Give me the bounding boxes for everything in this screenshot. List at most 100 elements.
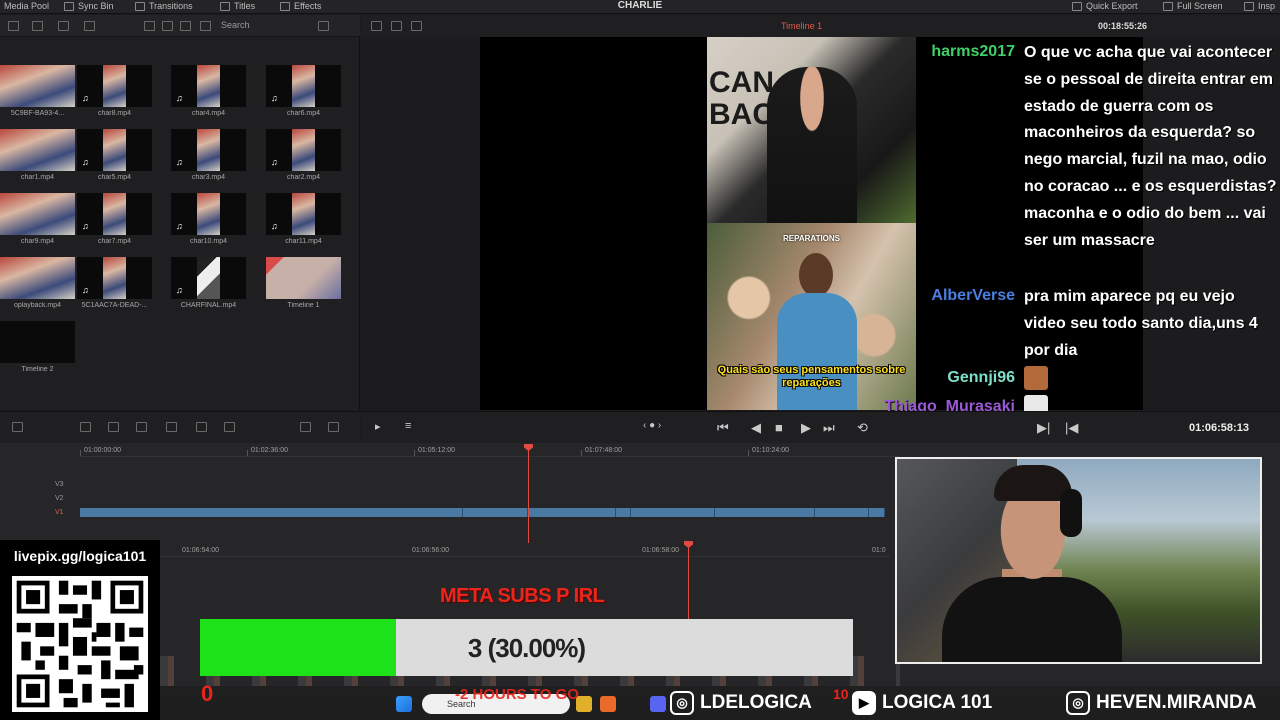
prev-frame-icon[interactable]: |◀ [1065, 420, 1078, 436]
timeline-clip[interactable] [616, 508, 631, 517]
sync-bin-tab[interactable]: Sync Bin [64, 1, 114, 11]
settings-icon[interactable]: ≡ [405, 420, 411, 432]
titles-tab[interactable]: Titles [220, 1, 255, 11]
loop-icon[interactable]: ⟲ [857, 420, 868, 436]
inspector-tab[interactable]: Insp [1244, 1, 1275, 11]
clip-thumbnail: ♫ [171, 257, 246, 299]
media-clip[interactable]: ♫ char11.mp4 [266, 193, 341, 251]
social-handle: ◎ HEVEN.MIRANDA [1066, 691, 1256, 715]
go-to-end-icon[interactable]: ⏭ [823, 420, 835, 436]
subs-goal-text: 3 (30.00%) [467, 633, 586, 663]
speaker-shirt [777, 293, 857, 410]
thumbnail-image [197, 65, 220, 107]
tool-icon[interactable] [224, 422, 235, 432]
emote-icon [1024, 366, 1048, 390]
media-clip[interactable]: Timeline 2 [0, 321, 75, 379]
media-clip[interactable]: char1.mp4 [0, 129, 75, 187]
media-clip[interactable]: ♫ CHARFINAL.mp4 [171, 257, 246, 315]
clip-thumbnail: ♫ [77, 193, 152, 235]
media-search-input[interactable]: Search [221, 20, 250, 30]
media-clip[interactable]: ♫ char7.mp4 [77, 193, 152, 251]
sync-icon[interactable] [58, 21, 69, 31]
timeline-clip[interactable] [528, 508, 616, 517]
audio-note-icon: ♫ [82, 285, 89, 295]
go-to-start-icon[interactable]: ⏮ [717, 420, 729, 436]
tool-icon[interactable] [136, 422, 147, 432]
media-clip[interactable]: Timeline 1 [266, 257, 341, 315]
tool-icon[interactable] [166, 422, 177, 432]
sort-icon[interactable] [200, 21, 211, 31]
audio-note-icon: ♫ [82, 221, 89, 231]
viewer-layout-icon[interactable] [371, 21, 382, 31]
ruler-label: 01:05:12:00 [418, 447, 455, 454]
tool-icon[interactable] [196, 422, 207, 432]
media-clip[interactable]: ♫ char10.mp4 [171, 193, 246, 251]
ruler-tick [80, 450, 81, 456]
media-clip[interactable]: ♫ 5C1AAC7A-DEAD-... [77, 257, 152, 315]
next-frame-icon[interactable]: ▶| [1037, 420, 1050, 436]
tool-icon[interactable] [328, 422, 339, 432]
tool-icon[interactable] [12, 422, 23, 432]
track-label: V1 [55, 509, 64, 516]
media-clip[interactable]: ♫ char2.mp4 [266, 129, 341, 187]
media-clip[interactable]: 5C9BF-BA93-4... [0, 65, 75, 123]
app-icon[interactable] [600, 696, 616, 712]
ruler-tick [748, 450, 749, 456]
clip-nav-icon[interactable]: ‹ ● › [643, 420, 661, 431]
metadata-view-icon[interactable] [180, 21, 191, 31]
play-range-icon[interactable]: ▸ [375, 420, 381, 433]
link-icon[interactable] [84, 21, 95, 31]
timeline-clip[interactable] [631, 508, 715, 517]
media-clip[interactable]: ♫ char5.mp4 [77, 129, 152, 187]
thumbnail-image [292, 129, 315, 171]
viewer-option-icon[interactable] [391, 21, 402, 31]
new-bin-icon[interactable] [8, 21, 19, 31]
timeline-clip[interactable] [815, 508, 869, 517]
timeline-clip[interactable] [715, 508, 815, 517]
clip-label: 5C9BF-BA93-4... [10, 110, 65, 117]
stop-icon[interactable]: ■ [775, 420, 783, 435]
thumbnail-view-icon[interactable] [144, 21, 155, 31]
media-clip[interactable]: oplayback.mp4 [0, 257, 75, 315]
viewer-option-icon[interactable] [411, 21, 422, 31]
thumbnail-image [292, 193, 315, 235]
discord-icon[interactable] [650, 696, 666, 712]
tool-icon[interactable] [80, 422, 91, 432]
filter-icon[interactable] [318, 21, 329, 31]
media-clip[interactable]: char9.mp4 [0, 193, 75, 251]
clip-label: 5C1AAC7A-DEAD-... [81, 302, 148, 309]
effects-label: Effects [294, 1, 322, 11]
quick-export-button[interactable]: Quick Export [1072, 1, 1138, 11]
subs-goal-bar: 3 (30.00%) [200, 619, 853, 676]
effects-tab[interactable]: Effects [280, 1, 321, 11]
tool-icon[interactable] [108, 422, 119, 432]
media-pool-tab[interactable]: Media Pool [4, 1, 49, 11]
playhead-line[interactable] [528, 449, 529, 543]
audio-note-icon: ♫ [82, 157, 89, 167]
media-clip[interactable]: ♫ char8.mp4 [77, 65, 152, 123]
tool-icon[interactable] [300, 422, 311, 432]
import-icon[interactable] [32, 21, 43, 31]
titles-label: Titles [234, 1, 256, 11]
reverse-icon[interactable]: ◀ [751, 420, 761, 436]
subs-goal-hours: -2 HOURS TO GO [455, 686, 579, 703]
timeline-clip[interactable] [80, 508, 463, 517]
transitions-tab[interactable]: Transitions [135, 1, 193, 11]
full-screen-button[interactable]: Full Screen [1163, 1, 1223, 11]
timeline-clip[interactable] [463, 508, 528, 517]
play-icon[interactable]: ▶ [801, 420, 811, 436]
timeline-ruler-bottom[interactable]: 01:06:54:00 01:06:56:00 01:06:58:00 01:0 [160, 543, 890, 557]
ruler-tick [414, 450, 415, 456]
media-clip[interactable]: ♫ char3.mp4 [171, 129, 246, 187]
donation-panel: livepix.gg/logica101 [0, 540, 160, 720]
ruler-tick [581, 450, 582, 456]
media-clip[interactable]: ♫ char4.mp4 [171, 65, 246, 123]
list-view-icon[interactable] [162, 21, 173, 31]
timeline-clip[interactable] [869, 508, 885, 517]
timeline-ruler-top[interactable]: 01:00:00:00 01:02:36:00 01:05:12:00 01:0… [80, 443, 900, 457]
headset-icon [1060, 489, 1082, 537]
thumbnail-image [292, 65, 315, 107]
timeline-selector[interactable]: Timeline 1 [781, 21, 822, 31]
media-clip[interactable]: ♫ char6.mp4 [266, 65, 341, 123]
windows-start-icon[interactable] [396, 696, 412, 712]
